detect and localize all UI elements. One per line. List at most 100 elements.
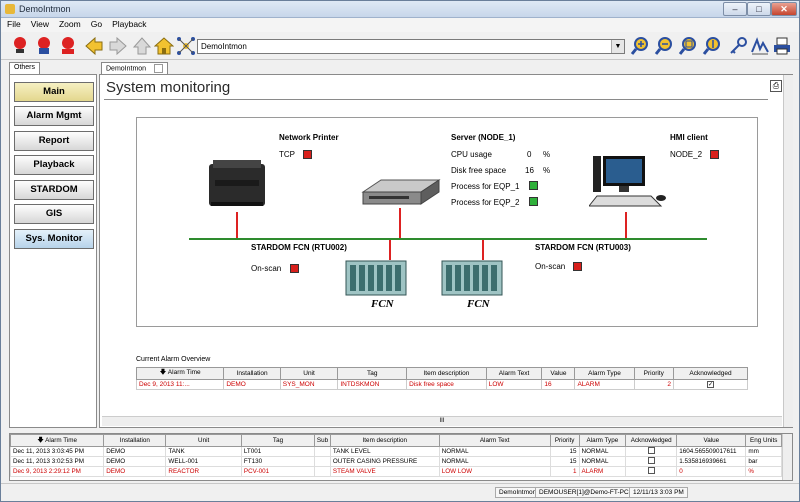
horizontal-scrollbar[interactable]: III [102, 416, 782, 426]
nav-gis-button[interactable]: GIS [14, 204, 94, 224]
table-row[interactable]: Dec 11, 2013 3:03:45 PM DEMO TANK LT001 … [9, 446, 782, 457]
navigation-panel: Main Alarm Mgmt Report Playback STARDOM … [9, 74, 97, 428]
fcn2-status-label: On-scan [535, 262, 566, 271]
printer-drop-line [236, 212, 238, 238]
network-bus [189, 238, 707, 240]
back-arrow-icon[interactable] [83, 36, 105, 56]
table-row[interactable]: Dec 9, 2013 2:29:12 PM DEMO REACTOR PCV-… [9, 466, 782, 477]
col-eng-units[interactable]: Eng Units [745, 434, 782, 447]
zoom-in-icon[interactable] [629, 36, 651, 56]
disk-free-value: 16 [525, 166, 534, 175]
nav-report-button[interactable]: Report [14, 131, 94, 151]
col-alarm-type[interactable]: Alarm Type [574, 367, 635, 380]
current-alarm-table: 🡇 Alarm Time Installation Unit Tag Item … [135, 367, 748, 390]
document-tab-label: DemoIntmon [106, 65, 147, 73]
col-item-description[interactable]: Item description [406, 367, 487, 380]
zoom-out-icon[interactable] [653, 36, 675, 56]
fcn2-status-indicator [573, 262, 582, 271]
menu-view[interactable]: View [25, 18, 53, 29]
window-title: DemoIntmon [19, 4, 71, 14]
col-value[interactable]: Value [541, 367, 576, 380]
col-unit[interactable]: Unit [165, 434, 242, 447]
forward-arrow-icon[interactable] [107, 36, 129, 56]
zoom-fit-icon[interactable] [677, 36, 699, 56]
printer-icon[interactable] [205, 158, 271, 210]
col-alarm-text[interactable]: Alarm Text [438, 434, 551, 447]
col-unit[interactable]: Unit [279, 367, 339, 380]
col-priority[interactable]: Priority [549, 434, 580, 447]
zoom-area-icon[interactable] [701, 36, 723, 56]
nav-sys-monitor-button[interactable]: Sys. Monitor [14, 229, 94, 249]
main-view: System monitoring ⎙ Network Printer TCP … [99, 74, 793, 428]
nav-main-button[interactable]: Main [14, 82, 94, 102]
fcn1-status-indicator [290, 264, 299, 273]
signature-icon[interactable] [749, 36, 771, 56]
col-tag[interactable]: Tag [337, 367, 408, 380]
acknowledged-checkbox[interactable] [647, 457, 655, 464]
col-tag[interactable]: Tag [240, 434, 316, 447]
alarm-acknowledge-icon[interactable] [9, 36, 31, 56]
alarm-silence-icon[interactable] [33, 36, 55, 56]
table-row[interactable]: Dec 11, 2013 3:02:53 PM DEMO WELL-001 FT… [9, 456, 782, 467]
menu-go[interactable]: Go [85, 18, 106, 29]
col-item-description[interactable]: Item description [329, 434, 440, 447]
address-value: DemoIntmon [201, 42, 247, 51]
menu-playback[interactable]: Playback [106, 18, 151, 29]
print-icon[interactable] [771, 36, 793, 56]
server-drop-line [399, 208, 401, 238]
col-sub[interactable]: Sub [314, 434, 331, 447]
nav-stardom-button[interactable]: STARDOM [14, 180, 94, 200]
col-installation[interactable]: Installation [103, 434, 167, 447]
alarm-list-scrollbar[interactable] [782, 434, 792, 480]
process-eqp2-indicator [529, 197, 538, 206]
sort-down-arrow-icon: 🡇 [37, 437, 46, 444]
acknowledged-checkbox[interactable] [647, 467, 655, 474]
col-priority[interactable]: Priority [633, 367, 675, 380]
server-icon[interactable] [361, 178, 441, 210]
tab-others[interactable]: Others [9, 62, 41, 74]
address-combobox[interactable]: DemoIntmon ▼ [197, 39, 625, 54]
fcn2-controller-icon[interactable] [441, 260, 503, 296]
maximize-button[interactable]: □ [747, 2, 771, 16]
col-alarm-text[interactable]: Alarm Text [485, 367, 543, 380]
sort-down-arrow-icon: 🡇 [159, 369, 168, 376]
nav-playback-button[interactable]: Playback [14, 155, 94, 175]
tab-document[interactable]: DemoIntmon [101, 62, 169, 74]
col-acknowledged[interactable]: Acknowledged [673, 367, 748, 380]
table-row[interactable]: Dec 9, 2013 11:... DEMO SYS_MON INTDSKMO… [135, 379, 748, 390]
page-title: System monitoring [106, 79, 231, 96]
alarm-list-panel: 🡇 Alarm Time Installation Unit Tag Sub I… [9, 433, 793, 481]
col-alarm-time[interactable]: 🡇 Alarm Time [9, 434, 105, 447]
acknowledged-checkbox[interactable]: ✓ [707, 381, 714, 388]
disk-free-unit: % [543, 166, 551, 175]
hmi-computer-icon[interactable] [589, 154, 669, 210]
alarm-reset-icon[interactable] [57, 36, 79, 56]
cpu-usage-unit: % [543, 150, 551, 159]
fcn1-controller-icon[interactable] [345, 260, 407, 296]
fcn1-title: STARDOM FCN (RTU002) [251, 243, 347, 252]
col-alarm-type[interactable]: Alarm Type [578, 434, 627, 447]
minimize-button[interactable]: – [723, 2, 747, 16]
disk-free-label: Disk free space [451, 166, 507, 175]
alarm-list-table: 🡇 Alarm Time Installation Unit Tag Sub I… [9, 434, 782, 477]
acknowledged-checkbox[interactable] [647, 447, 655, 454]
col-alarm-time[interactable]: 🡇 Alarm Time [135, 367, 225, 380]
col-acknowledged[interactable]: Acknowledged [625, 434, 678, 447]
menu-file[interactable]: File [1, 18, 25, 29]
close-button[interactable]: ✕ [771, 2, 797, 16]
key-icon[interactable] [727, 36, 749, 56]
col-value[interactable]: Value [676, 434, 747, 447]
col-installation[interactable]: Installation [223, 367, 281, 380]
status-bar: DemoIntmon DEMOUSER[1]@Demo-FT-PC 12/11/… [1, 483, 799, 501]
page-print-icon[interactable]: ⎙ [770, 80, 782, 92]
up-arrow-icon[interactable] [131, 36, 153, 56]
printer-status-label: TCP [279, 150, 295, 159]
nav-alarm-mgmt-button[interactable]: Alarm Mgmt [14, 106, 94, 126]
network-tree-icon[interactable] [175, 36, 197, 56]
home-icon[interactable] [153, 36, 175, 56]
chevron-down-icon[interactable]: ▼ [611, 40, 624, 53]
cpu-usage-value: 0 [527, 150, 532, 159]
menu-zoom[interactable]: Zoom [53, 18, 85, 29]
tab-close-icon[interactable] [154, 64, 164, 73]
vertical-scrollbar[interactable] [783, 75, 793, 427]
